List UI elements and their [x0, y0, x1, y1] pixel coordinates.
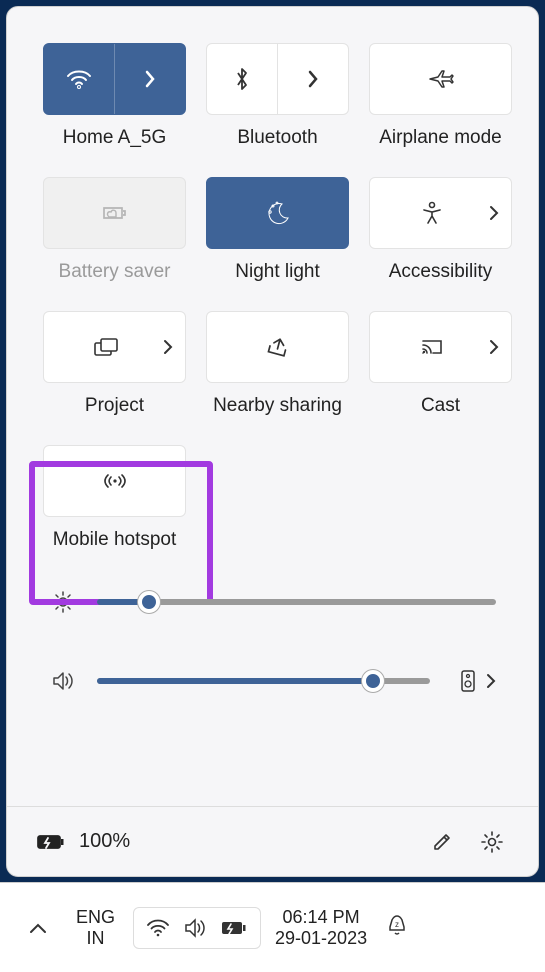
battery-charging-icon [220, 919, 248, 937]
time-text: 06:14 PM [275, 907, 367, 928]
bluetooth-tile[interactable] [206, 43, 349, 115]
volume-icon [184, 918, 206, 938]
bluetooth-label: Bluetooth [237, 127, 317, 149]
battery-charging-icon [35, 832, 65, 852]
panel-footer: 100% [7, 806, 538, 876]
settings-button[interactable] [474, 824, 510, 860]
volume-row [49, 669, 496, 693]
hotspot-icon [102, 471, 128, 491]
bluetooth-toggle[interactable] [207, 44, 278, 114]
chevron-right-icon [144, 70, 156, 88]
pencil-icon [431, 831, 453, 853]
nearby-label: Nearby sharing [213, 395, 342, 417]
volume-icon [49, 670, 77, 692]
accessibility-label: Accessibility [389, 261, 492, 283]
nightlight-tile[interactable] [206, 177, 349, 249]
tile-wrap-airplane: Airplane mode [369, 43, 512, 149]
wifi-tile[interactable] [43, 43, 186, 115]
airplane-icon [428, 68, 454, 90]
tile-wrap-hotspot: Mobile hotspot [43, 445, 186, 551]
taskbar: ENG IN 06:14 PM 29-01-2023 z [0, 882, 545, 972]
wifi-expand[interactable] [115, 44, 185, 114]
bluetooth-expand[interactable] [278, 44, 348, 114]
wifi-icon [146, 919, 170, 937]
cast-label: Cast [421, 395, 460, 417]
cast-icon [420, 337, 444, 357]
cast-tile[interactable] [369, 311, 512, 383]
accessibility-tile[interactable] [369, 177, 512, 249]
tiles-grid: Home A_5G Bluetooth [7, 7, 538, 561]
project-tile[interactable] [43, 311, 186, 383]
volume-slider[interactable] [97, 678, 430, 684]
tile-wrap-nightlight: Night light [206, 177, 349, 283]
notification-dnd-icon: z [385, 913, 409, 937]
nightlight-icon [264, 200, 292, 226]
accessibility-icon [421, 201, 443, 225]
battery-text: 100% [79, 830, 130, 853]
brightness-row [49, 591, 496, 613]
airplane-tile[interactable] [369, 43, 512, 115]
tile-wrap-cast: Cast [369, 311, 512, 417]
volume-output-selector[interactable] [460, 669, 496, 693]
wifi-toggle[interactable] [44, 44, 115, 114]
tile-wrap-accessibility: Accessibility [369, 177, 512, 283]
brightness-slider[interactable] [97, 599, 496, 605]
chevron-right-icon [163, 339, 173, 355]
airplane-label: Airplane mode [379, 127, 502, 149]
brightness-icon [49, 591, 77, 613]
bluetooth-icon [234, 67, 250, 91]
sliders-section [7, 561, 538, 713]
chevron-right-icon [486, 673, 496, 689]
nearby-share-icon [266, 336, 290, 358]
battery-saver-label: Battery saver [59, 261, 171, 283]
chevron-right-icon [489, 339, 499, 355]
battery-saver-tile[interactable] [43, 177, 186, 249]
battery-saver-icon [100, 203, 130, 223]
tile-wrap-wifi: Home A_5G [43, 43, 186, 149]
clock-button[interactable]: 06:14 PM 29-01-2023 [269, 907, 373, 948]
speaker-device-icon [460, 669, 476, 693]
gear-icon [480, 830, 504, 854]
chevron-right-icon [307, 70, 319, 88]
tray-overflow-button[interactable] [18, 922, 58, 934]
svg-text:z: z [395, 920, 399, 929]
quick-settings-panel: Home A_5G Bluetooth [6, 6, 539, 877]
tile-wrap-bluetooth: Bluetooth [206, 43, 349, 149]
system-tray-status[interactable] [133, 907, 261, 949]
nightlight-label: Night light [235, 261, 320, 283]
tile-wrap-battery-saver: Battery saver [43, 177, 186, 283]
date-text: 29-01-2023 [275, 928, 367, 949]
hotspot-label: Mobile hotspot [53, 529, 177, 551]
hotspot-tile[interactable] [43, 445, 186, 517]
nearby-tile[interactable] [206, 311, 349, 383]
chevron-right-icon [489, 205, 499, 221]
tile-wrap-project: Project [43, 311, 186, 417]
language-button[interactable]: ENG IN [66, 907, 125, 948]
notifications-button[interactable]: z [381, 913, 413, 942]
edit-button[interactable] [424, 824, 460, 860]
wifi-label: Home A_5G [63, 127, 167, 149]
tile-wrap-nearby: Nearby sharing [206, 311, 349, 417]
project-icon [93, 337, 119, 357]
wifi-icon [66, 69, 92, 89]
project-label: Project [85, 395, 144, 417]
lang-line2: IN [76, 928, 115, 949]
lang-line1: ENG [76, 907, 115, 928]
